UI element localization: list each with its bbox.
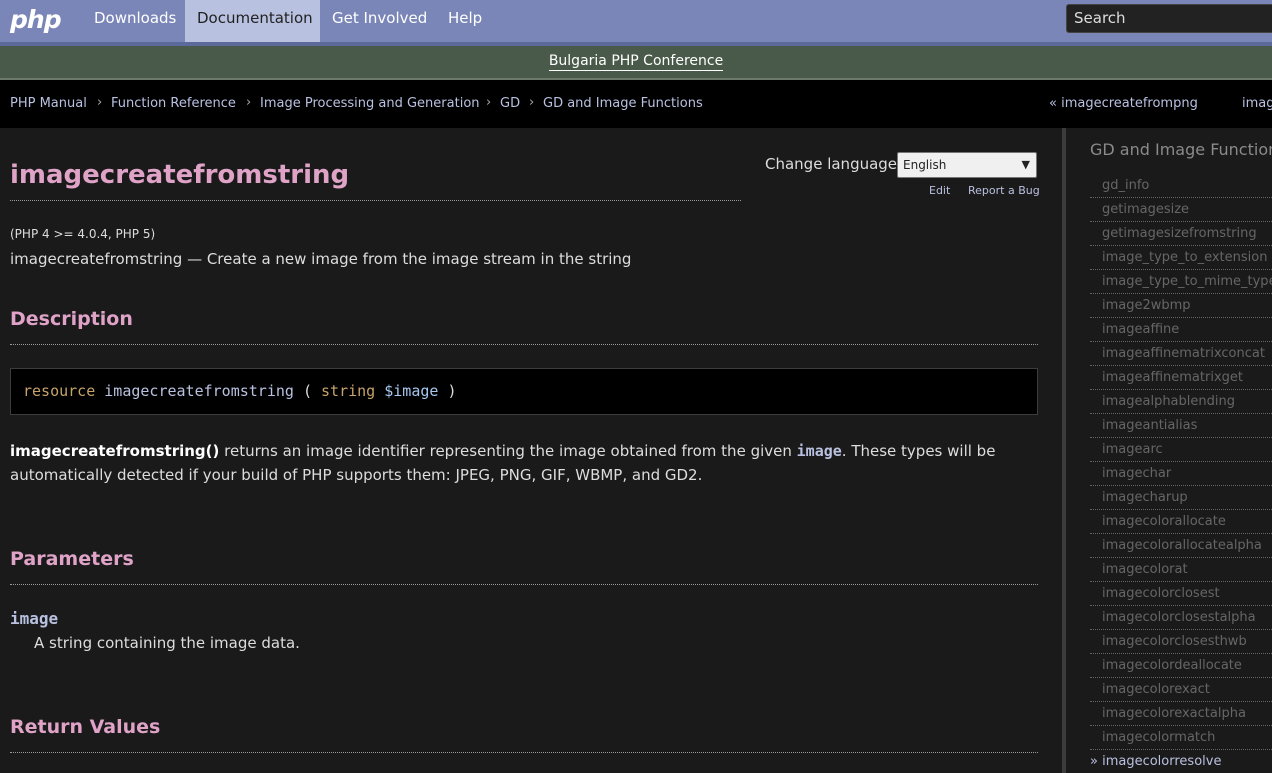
search-input[interactable]: Search <box>1066 4 1272 33</box>
sidebar-item[interactable]: imagearc <box>1090 438 1272 462</box>
sidebar-item[interactable]: imagecolormatch <box>1090 726 1272 750</box>
breadcrumb-separator-icon: › <box>246 95 252 110</box>
sidebar-item[interactable]: imagecolorexactalpha <box>1090 702 1272 726</box>
prev-page-link[interactable]: « imagecreatefrompng <box>1049 96 1198 111</box>
param-type[interactable]: string <box>321 382 375 400</box>
parameters-heading: Parameters <box>10 548 1038 585</box>
sidebar-item[interactable]: imageaffinematrixconcat <box>1090 342 1272 366</box>
sidebar-item-current[interactable]: » imagecolorresolve <box>1090 750 1272 773</box>
parameter-description: A string containing the image data. <box>34 634 300 652</box>
conference-banner: Bulgaria PHP Conference <box>0 46 1272 80</box>
sidebar-item[interactable]: image2wbmp <box>1090 294 1272 318</box>
function-purpose: imagecreatefromstring — Create a new ima… <box>10 250 632 268</box>
sidebar-item[interactable]: image_type_to_extension <box>1090 246 1272 270</box>
report-bug-link[interactable]: Report a Bug <box>968 184 1040 197</box>
language-selected-value: English <box>903 158 947 172</box>
return-values-heading: Return Values <box>10 716 1038 753</box>
return-type: resource <box>23 382 96 400</box>
param-ref: image <box>796 442 842 460</box>
nav-documentation[interactable]: Documentation <box>185 0 320 42</box>
sidebar-item[interactable]: imageaffine <box>1090 318 1272 342</box>
close-paren: ) <box>447 382 457 400</box>
sidebar-item[interactable]: imagecolorclosestalpha <box>1090 606 1272 630</box>
nav-get-involved[interactable]: Get Involved <box>320 0 439 42</box>
top-navigation: php Downloads Documentation Get Involved… <box>0 0 1272 46</box>
breadcrumb-gd[interactable]: GD <box>500 96 520 111</box>
language-select[interactable]: English ▼ <box>897 152 1037 178</box>
main-content: imagecreatefromstring Change language: E… <box>0 128 1062 773</box>
description-text-1: returns an image identifier representing… <box>219 442 797 460</box>
sidebar-item[interactable]: imagecharup <box>1090 486 1272 510</box>
conference-link[interactable]: Bulgaria PHP Conference <box>548 53 724 71</box>
breadcrumb: PHP Manual › Function Reference › Image … <box>0 80 1272 128</box>
breadcrumb-function-reference[interactable]: Function Reference <box>111 96 236 111</box>
sidebar-item[interactable]: imagecolorat <box>1090 558 1272 582</box>
breadcrumb-separator-icon: › <box>97 95 103 110</box>
description-heading: Description <box>10 308 1038 345</box>
edit-link[interactable]: Edit <box>929 184 950 197</box>
function-name: imagecreatefromstring <box>104 382 294 400</box>
breadcrumb-separator-icon: › <box>486 95 492 110</box>
sidebar-item[interactable]: getimagesizefromstring <box>1090 222 1272 246</box>
method-signature: resource imagecreatefromstring ( string … <box>10 368 1038 415</box>
sidebar-item[interactable]: imageaffinematrixget <box>1090 366 1272 390</box>
page-title: imagecreatefromstring <box>10 158 741 201</box>
sidebar-item[interactable]: image_type_to_mime_type <box>1090 270 1272 294</box>
sidebar-item[interactable]: imagecolordeallocate <box>1090 654 1272 678</box>
sidebar-item[interactable]: imagecolorexact <box>1090 678 1272 702</box>
sidebar-divider <box>1062 128 1066 773</box>
next-page-link[interactable]: imag <box>1242 96 1272 111</box>
open-paren: ( <box>302 382 312 400</box>
php-logo[interactable]: php <box>10 4 62 36</box>
change-language-label: Change language: <box>765 155 903 173</box>
nav-help[interactable]: Help <box>436 0 494 42</box>
parameter-name: image <box>10 609 59 628</box>
param-var: $image <box>384 382 439 400</box>
sidebar: GD and Image Functions gd_info getimages… <box>1090 128 1272 773</box>
breadcrumb-php-manual[interactable]: PHP Manual <box>10 96 87 111</box>
sidebar-item[interactable]: imagechar <box>1090 462 1272 486</box>
breadcrumb-separator-icon: › <box>529 95 535 110</box>
php-versions: (PHP 4 >= 4.0.4, PHP 5) <box>10 227 156 241</box>
sidebar-item[interactable]: imagecolorallocatealpha <box>1090 534 1272 558</box>
sidebar-item[interactable]: imageantialias <box>1090 414 1272 438</box>
description-paragraph: imagecreatefromstring() returns an image… <box>10 439 1038 487</box>
breadcrumb-image-processing[interactable]: Image Processing and Generation <box>260 96 480 111</box>
function-ref: imagecreatefromstring() <box>10 442 220 460</box>
chevron-down-icon: ▼ <box>1021 158 1030 171</box>
sidebar-item[interactable]: imagecolorallocate <box>1090 510 1272 534</box>
sidebar-item[interactable]: imagecolorclosesthwb <box>1090 630 1272 654</box>
sidebar-item[interactable]: getimagesize <box>1090 198 1272 222</box>
sidebar-item[interactable]: gd_info <box>1090 174 1272 198</box>
sidebar-item[interactable]: imagecolorclosest <box>1090 582 1272 606</box>
breadcrumb-gd-image-functions[interactable]: GD and Image Functions <box>543 96 703 111</box>
sidebar-list: gd_info getimagesize getimagesizefromstr… <box>1090 174 1272 773</box>
nav-downloads[interactable]: Downloads <box>82 0 188 42</box>
sidebar-title[interactable]: GD and Image Functions <box>1090 140 1272 159</box>
sidebar-item[interactable]: imagealphablending <box>1090 390 1272 414</box>
